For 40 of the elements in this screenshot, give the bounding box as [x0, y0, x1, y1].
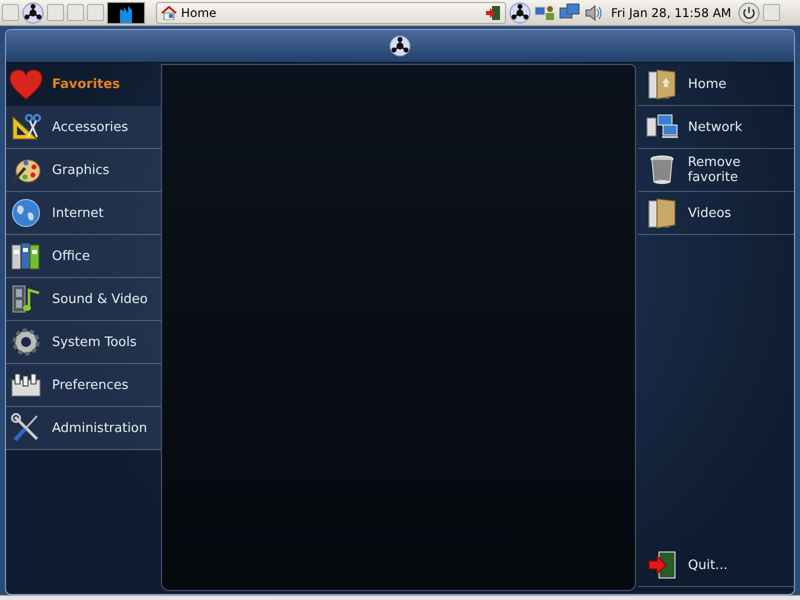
taskbar-button[interactable]: Home [156, 2, 506, 24]
wrench-screwdriver-icon [11, 413, 41, 443]
power-icon[interactable] [738, 2, 760, 24]
category-item[interactable]: Accessories [6, 106, 161, 149]
category-item[interactable]: System Tools [6, 321, 161, 364]
place-item[interactable]: Home [638, 63, 794, 106]
binders-icon [11, 242, 41, 270]
folder-icon [647, 197, 677, 229]
home-folder-icon [647, 68, 677, 100]
category-item[interactable]: Graphics [6, 149, 161, 192]
cpu-monitor-graph [107, 2, 145, 24]
network-users-icon[interactable] [534, 4, 556, 22]
category-item[interactable]: Preferences [6, 364, 161, 407]
place-item[interactable]: Remove favorite [638, 149, 794, 192]
category-item[interactable]: Internet [6, 192, 161, 235]
control-panel-icon [11, 372, 41, 398]
network-computers-icon [646, 114, 678, 140]
place-item[interactable]: Videos [638, 192, 794, 235]
globe-icon [11, 198, 41, 228]
exit-door-icon [647, 550, 677, 580]
heart-icon [9, 68, 43, 100]
logo-icon [22, 2, 44, 24]
home-icon [161, 6, 177, 20]
panel-handle [2, 4, 19, 21]
exit-door-icon [485, 4, 501, 20]
logo-icon [509, 2, 531, 24]
category-item[interactable]: Favorites [6, 63, 161, 106]
category-item[interactable]: Sound & Video [6, 278, 161, 321]
logo-icon [389, 35, 411, 57]
film-note-icon [11, 284, 41, 314]
ruler-scissors-icon [11, 113, 41, 141]
gear-icon [11, 327, 41, 357]
place-item[interactable]: Network [638, 106, 794, 149]
clock[interactable]: Fri Jan 28, 11:58 AM [611, 6, 732, 20]
category-item[interactable]: Administration [6, 407, 161, 450]
volume-icon[interactable] [584, 4, 604, 22]
panel-handle [763, 4, 780, 21]
trash-can-icon [648, 155, 675, 185]
category-item[interactable]: Office [6, 235, 161, 278]
quit-button[interactable]: Quit... [638, 544, 794, 587]
